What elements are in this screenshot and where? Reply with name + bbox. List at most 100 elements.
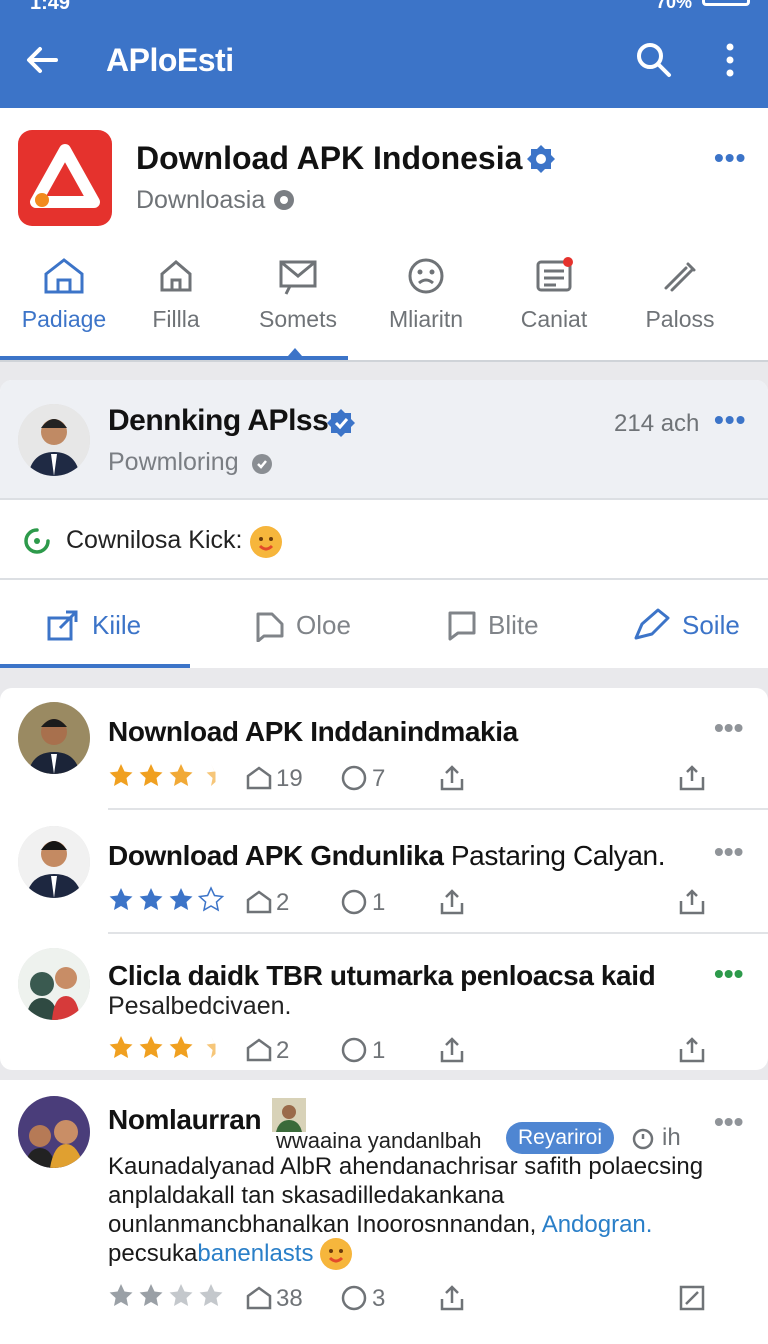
post-card: Dennking APlss Powmloring 214 ach ••• Co… [0,380,768,668]
post-more-icon[interactable]: ••• [714,406,746,434]
notes-icon [536,257,573,292]
post-author[interactable]: Dennking APlss [108,404,329,438]
share-box-icon [47,610,78,641]
tab-label: Somets [259,306,337,332]
tab-label: Caniat [520,306,588,332]
tab-label: Paloss [645,306,715,332]
overflow-menu-icon[interactable] [714,40,746,80]
app-subtitle: Downloasia [136,186,266,214]
avatar[interactable] [18,1096,90,1168]
rating-stars [109,764,216,786]
feed-post[interactable]: Nomlaurran wwaaina yandanlbah Reyariroi … [0,1080,768,1344]
item-more-icon[interactable]: ••• [714,838,743,866]
avatar[interactable] [18,702,90,774]
action-oloe[interactable]: Oloe [254,608,364,644]
upload-icon[interactable] [438,1284,466,1312]
repost-icon [246,766,272,790]
action-label: Oloe [296,610,351,640]
post-subtitle: Powmloring [108,448,239,476]
repost-icon [246,1038,272,1062]
post-handle: wwaaina yandanlbah [276,1128,482,1153]
stat-value: 19 [276,765,303,792]
avatar[interactable] [18,948,90,1020]
rating-stars [109,886,225,912]
repost-icon [246,1286,272,1310]
nav-tabs: Padiage Fillla Somets Mliaritn Caniat Pa… [0,252,768,360]
tab-caniat[interactable]: Caniat [490,252,618,360]
app-header-card: Download APK Indonesia Downloasia ••• Pa… [0,108,768,362]
status-bar: 1:49 70% [0,0,768,14]
active-action-indicator [0,664,190,668]
tab-fillla[interactable]: Fillla [112,252,240,360]
status-badge[interactable]: Reyariroi [506,1122,615,1154]
divider [0,578,768,580]
tab-mliaritn[interactable]: Mliaritn [362,252,490,360]
body-tail: pecsuka [108,1240,198,1267]
app-logo [18,130,112,226]
upload-icon[interactable] [438,1036,466,1064]
body-tail-link[interactable]: banenlasts [197,1240,313,1267]
item-title[interactable]: Clicla daidk TBR utumarka penloacsa kaid [108,960,656,992]
heart-icon [341,765,367,791]
share-icon[interactable] [678,1036,706,1064]
share-icon[interactable] [678,888,706,916]
item-title[interactable]: Nownload APK Inddanindmakia [108,716,518,748]
loading-icon [22,526,52,556]
battery-percent: 70% [656,0,693,12]
tab-label: Padiage [21,306,107,332]
item-title[interactable]: Download APK Gndunlika Pastaring Calyan. [108,840,666,872]
app-bar: 1:49 70% APloEsti [0,0,768,108]
comment-icon [256,612,284,642]
action-label: Blite [488,610,539,640]
post-time: 214 ach [614,410,700,437]
divider [0,360,768,362]
stat-value: 7 [372,765,386,792]
item-more-icon[interactable]: ••• [714,1108,743,1136]
link-icon [664,262,696,292]
smile-emoji-icon [250,526,282,558]
upload-icon[interactable] [438,764,466,792]
share-icon[interactable] [678,764,706,792]
divider [0,498,768,500]
home-icon [44,258,84,294]
post-header: Dennking APlss Powmloring 214 ach ••• [0,380,768,498]
message-icon [279,260,317,295]
back-arrow-icon[interactable] [22,40,62,80]
action-kiile[interactable]: Kiile [46,608,156,644]
face-icon [408,258,444,294]
bookmark-icon [448,611,476,641]
stat-value: 3 [372,1285,386,1312]
action-soile[interactable]: Soile [632,608,752,644]
divider [108,808,768,810]
status-time: 1:49 [30,0,71,14]
repost-icon [246,890,272,914]
app-more-icon[interactable]: ••• [714,144,746,172]
app-bar-title: APloEsti [106,42,234,78]
post-author[interactable]: Nomlaurran [108,1104,262,1136]
tab-paloss[interactable]: Paloss [616,252,744,360]
avatar[interactable] [18,404,90,476]
battery-icon [702,0,750,6]
heart-icon [341,1285,367,1311]
stat-value: 38 [276,1285,303,1312]
item-subtitle: Pesalbedcivaen. [108,992,292,1020]
item-more-icon[interactable]: ••• [714,714,743,742]
tab-label: Fillla [152,306,200,332]
item-title-bold: Download APK Gndunlika [108,840,444,871]
globe-icon [272,188,296,212]
tab-padiage[interactable]: Padiage [0,252,128,360]
body-link[interactable]: Andogran. [542,1211,653,1238]
globe-icon [250,452,274,476]
divider [108,932,768,934]
action-blite[interactable]: Blite [446,608,556,644]
post-body: Kaunadalyanad AlbR ahendanachrisar safit… [108,1152,748,1268]
heart-icon [341,889,367,915]
tab-somets[interactable]: Somets [234,252,362,360]
send-icon [634,608,670,640]
post-text: Cownilosa Kick: [66,526,243,554]
avatar[interactable] [18,826,90,898]
search-icon[interactable] [634,40,674,80]
edit-icon[interactable] [678,1284,706,1312]
upload-icon[interactable] [438,888,466,916]
item-more-icon[interactable]: ••• [714,960,743,988]
